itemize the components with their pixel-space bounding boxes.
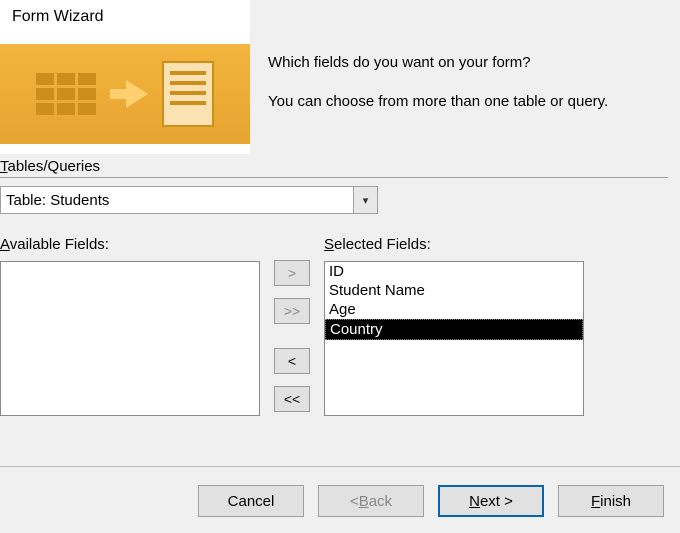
form-icon — [162, 61, 214, 127]
list-item[interactable]: ID — [325, 262, 583, 281]
dialog-title: Form Wizard — [0, 0, 680, 44]
remove-all-button[interactable]: << — [274, 386, 310, 412]
tables-queries-value: Table: Students — [1, 192, 109, 209]
arrow-icon — [110, 80, 148, 108]
remove-one-button[interactable]: < — [274, 348, 310, 374]
selected-fields-listbox[interactable]: IDStudent NameAgeCountry — [324, 261, 584, 416]
tables-queries-combo[interactable]: Table: Students ▾ — [0, 186, 378, 214]
footer-divider — [0, 466, 680, 467]
back-button[interactable]: < Back — [318, 485, 424, 517]
add-one-button[interactable]: > — [274, 260, 310, 286]
finish-button[interactable]: Finish — [558, 485, 664, 517]
add-all-button[interactable]: >> — [274, 298, 310, 324]
list-item[interactable]: Age — [325, 300, 583, 319]
available-fields-label: Available Fields: — [0, 236, 260, 253]
tables-queries-label: Tables/Queries — [0, 158, 668, 178]
prompt-line-2: You can choose from more than one table … — [268, 91, 608, 112]
prompt-line-1: Which fields do you want on your form? — [268, 52, 608, 73]
table-icon — [36, 73, 96, 115]
next-button[interactable]: Next > — [438, 485, 544, 517]
chevron-down-icon: ▾ — [363, 194, 369, 207]
available-fields-listbox[interactable] — [0, 261, 260, 416]
list-item[interactable]: Country — [325, 319, 583, 340]
cancel-button[interactable]: Cancel — [198, 485, 304, 517]
selected-fields-label: Selected Fields: — [324, 236, 584, 253]
wizard-illustration — [0, 44, 250, 144]
combo-dropdown-button[interactable]: ▾ — [353, 187, 377, 213]
prompt-text: Which fields do you want on your form? Y… — [268, 44, 608, 130]
list-item[interactable]: Student Name — [325, 281, 583, 300]
